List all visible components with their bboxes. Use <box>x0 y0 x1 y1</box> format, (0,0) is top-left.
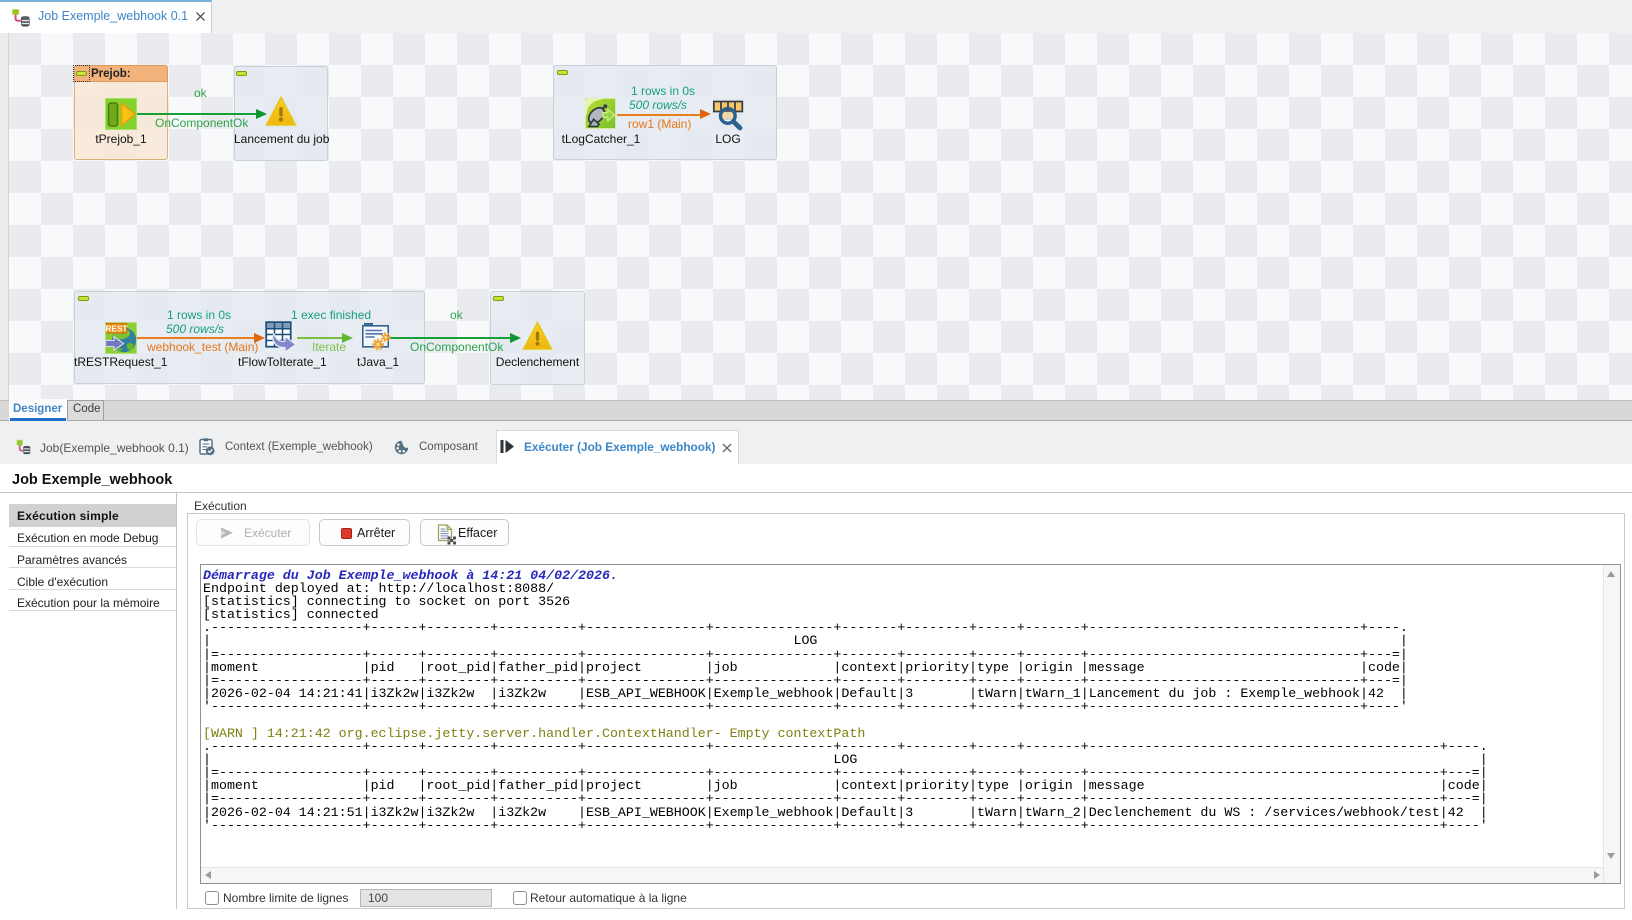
svg-text:REST: REST <box>105 323 128 333</box>
